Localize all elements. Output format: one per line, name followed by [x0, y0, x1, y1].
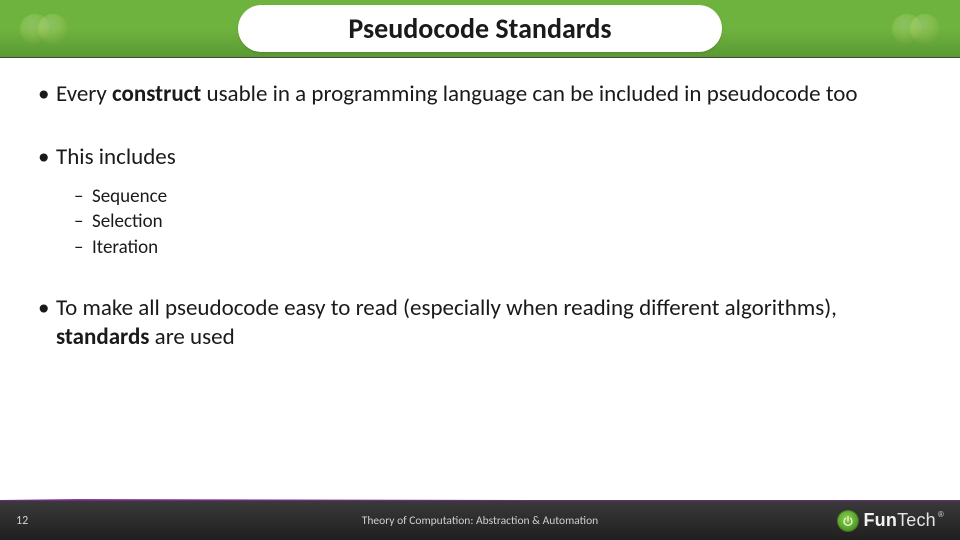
brand-logo: FunTech®: [837, 510, 944, 532]
bullet-text: To make all pseudocode easy to read (esp…: [56, 294, 922, 352]
slide-title: Pseudocode Standards: [348, 11, 611, 46]
bullet-text: This includes: [56, 143, 176, 172]
header-band: Pseudocode Standards: [0, 0, 960, 58]
header-deco-right: [892, 14, 940, 44]
dash-icon: –: [74, 184, 92, 210]
deco-circle: [38, 14, 68, 44]
text-run: usable in a programming language can be …: [201, 80, 857, 108]
header-deco-left: [20, 14, 68, 44]
sub-text: Sequence: [92, 184, 167, 210]
brand-part-a: Fun: [863, 510, 897, 530]
text-bold: construct: [112, 80, 201, 108]
bullet-item: • This includes –Sequence –Selection –It…: [38, 143, 922, 261]
footer-bar: 12 Theory of Computation: Abstraction & …: [0, 500, 960, 540]
footer-accent: [0, 499, 960, 501]
registered-mark: ®: [938, 510, 944, 519]
dash-icon: –: [74, 209, 92, 235]
deco-circle: [910, 14, 940, 44]
text-run: To make all pseudocode easy to read (esp…: [56, 294, 837, 322]
footer-caption: Theory of Computation: Abstraction & Aut…: [362, 514, 598, 528]
brand-part-b: Tech: [897, 510, 936, 530]
page-number: 12: [16, 514, 28, 528]
sub-text: Selection: [92, 209, 163, 235]
text-bold: standards: [56, 323, 149, 351]
bullet-item: • Every construct usable in a programmin…: [38, 80, 922, 109]
sub-item: –Iteration: [74, 235, 922, 261]
slide: Pseudocode Standards • Every construct u…: [0, 0, 960, 540]
text-run: Every: [56, 80, 112, 108]
dash-icon: –: [74, 235, 92, 261]
bullet-dot: •: [38, 143, 56, 172]
sub-list: –Sequence –Selection –Iteration: [74, 184, 922, 261]
power-icon: [837, 510, 859, 532]
bullet-dot: •: [38, 80, 56, 109]
sub-text: Iteration: [92, 235, 158, 261]
slide-content: • Every construct usable in a programmin…: [0, 58, 960, 500]
bullet-dot: •: [38, 294, 56, 323]
bullet-text: Every construct usable in a programming …: [56, 80, 858, 109]
sub-item: –Sequence: [74, 184, 922, 210]
bullet-item: • To make all pseudocode easy to read (e…: [38, 294, 922, 352]
brand-name: FunTech®: [863, 510, 944, 531]
text-run: are used: [149, 323, 234, 351]
title-pill: Pseudocode Standards: [238, 5, 721, 52]
sub-item: –Selection: [74, 209, 922, 235]
